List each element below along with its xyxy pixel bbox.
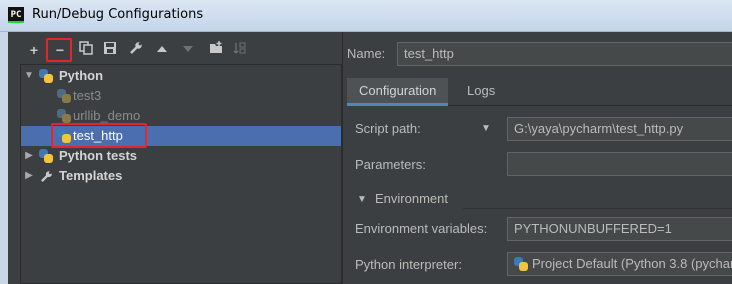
wrench-icon [130,42,142,54]
remove-button-highlight [46,38,72,62]
sort-configurations-button[interactable] [230,40,250,60]
configuration-editor: Name: test_http Configuration Logs Scrip… [342,32,732,284]
edit-defaults-button[interactable] [126,40,146,60]
move-down-button[interactable] [178,40,198,60]
collapsed-arrow-icon[interactable]: ▶ [23,166,35,186]
pycharm-app-icon: PC [8,7,24,23]
script-path-label: Script path: [355,121,421,136]
tab-configuration[interactable]: Configuration [347,78,449,106]
configurations-panel: + − ▼ Python test3 urllib_demo test_http… [0,32,342,284]
save-icon [104,42,116,54]
python-config-icon [57,89,71,103]
collapsed-arrow-icon[interactable]: ▶ [23,146,35,166]
expanded-arrow-icon[interactable]: ▼ [23,66,35,86]
window-title-bar[interactable]: PC Run/Debug Configurations [0,0,732,32]
configurations-tree: ▼ Python test3 urllib_demo test_http ▶ P… [20,64,342,284]
tree-item-test3[interactable]: test3 [21,86,341,106]
env-vars-input[interactable]: PYTHONUNBUFFERED=1 [507,217,732,241]
tree-label-python-tests: Python tests [59,148,138,163]
environment-divider [463,208,732,209]
environment-collapse-arrow-icon[interactable]: ▼ [357,194,367,205]
window-title: Run/Debug Configurations [32,7,204,22]
arrow-up-icon [157,46,167,52]
name-label: Name: [347,46,386,61]
tree-node-python[interactable]: ▼ Python [21,66,341,86]
tree-node-python-tests[interactable]: ▶ Python tests [21,146,341,166]
add-configuration-button[interactable]: + [24,40,44,60]
env-vars-label: Environment variables: [355,221,488,236]
configurations-toolbar: + − [8,36,342,64]
copy-icon [79,41,93,55]
script-path-input[interactable]: G:\yaya\pycharm\test_http.py [507,117,732,141]
script-path-dropdown-icon[interactable]: ▼ [481,123,491,134]
python-tests-icon [39,149,53,163]
save-configuration-button[interactable] [100,40,120,60]
python-config-icon [57,109,71,123]
python-icon [39,69,53,83]
interpreter-label: Python interpreter: [355,257,462,272]
editor-tabs: Configuration Logs [347,78,732,106]
folder-icon [210,41,222,53]
tree-label-templates: Templates [59,168,123,183]
tree-node-templates[interactable]: ▶ Templates [21,166,341,186]
interpreter-value: Project Default (Python 3.8 (pycharm [532,256,732,271]
copy-configuration-button[interactable] [76,40,96,60]
python-interpreter-icon [514,257,528,271]
sort-icon [233,42,246,54]
environment-section-label: Environment [375,191,448,206]
tree-label-python: Python [59,68,104,83]
selected-item-highlight [51,123,147,148]
interpreter-select[interactable]: Project Default (Python 3.8 (pycharm [507,252,732,276]
tab-logs[interactable]: Logs [455,78,507,106]
create-folder-button[interactable] [206,40,226,60]
arrow-down-icon [183,46,193,52]
parameters-input[interactable] [507,152,732,176]
wrench-icon [40,169,53,189]
parameters-label: Parameters: [355,157,426,172]
move-up-button[interactable] [152,40,172,60]
name-input[interactable]: test_http [397,42,732,66]
tree-label-test3: test3 [73,88,102,103]
